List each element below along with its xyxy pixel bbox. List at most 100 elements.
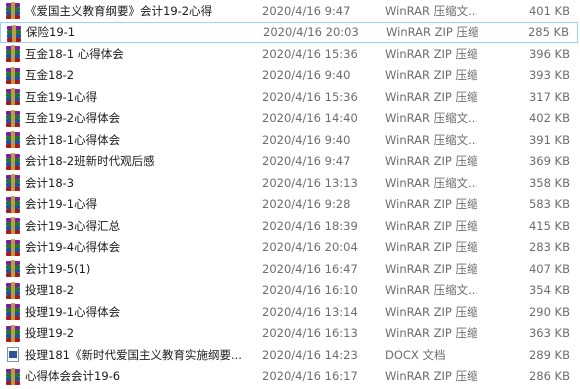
file-row[interactable]: 会计18-3 2020/4/16 13:13 WinRAR 压缩文... 358 KB <box>0 172 578 193</box>
file-size: 393 KB <box>528 68 570 82</box>
file-size: 354 KB <box>528 283 570 297</box>
file-row[interactable]: 互金19-2心得体会 2020/4/16 14:40 WinRAR 压缩文... 40… <box>0 108 578 129</box>
file-name: 投理19-1心得体会 <box>25 304 121 319</box>
file-modified-date: 2020/4/16 13:14 <box>262 304 358 319</box>
file-name: 会计18-2班新时代观后感 <box>25 154 155 168</box>
file-size: 285 KB <box>527 25 569 39</box>
winrar-archive-icon <box>6 24 22 42</box>
winrar-archive-icon <box>5 45 21 62</box>
winrar-archive-icon <box>5 66 21 84</box>
file-modified-date: 2020/4/16 13:13 <box>262 175 358 190</box>
file-name: 会计19-5(1) <box>25 261 91 276</box>
file-name: 会计19-1心得 <box>25 197 98 211</box>
file-row[interactable]: 投理19-2 2020/4/16 16:13 WinRAR ZIP 压缩... 363… <box>0 323 578 344</box>
file-name: 投理181《新时代爱国主义教育实施纲要... <box>25 347 242 362</box>
file-type: WinRAR ZIP 压缩... <box>385 46 477 61</box>
file-size: 286 KB <box>528 369 570 383</box>
file-type: WinRAR 压缩文... <box>385 175 477 190</box>
file-modified-date: 2020/4/16 14:23 <box>262 347 358 362</box>
winrar-archive-icon <box>5 324 21 342</box>
file-modified-date: 2020/4/16 9:47 <box>262 3 351 18</box>
file-type: WinRAR 压缩文... <box>385 132 477 147</box>
file-row[interactable]: 会计19-5(1) 2020/4/16 16:47 WinRAR ZIP 压缩...… <box>0 258 578 279</box>
winrar-archive-icon <box>5 174 21 191</box>
file-name: 会计19-3心得汇总 <box>25 218 121 233</box>
file-modified-date: 2020/4/16 9:47 <box>262 154 351 168</box>
file-modified-date: 2020/4/16 18:39 <box>262 218 358 233</box>
file-type: WinRAR ZIP 压缩... <box>385 369 477 383</box>
winrar-archive-icon <box>5 131 21 148</box>
file-modified-date: 2020/4/16 16:13 <box>262 326 358 340</box>
file-modified-date: 2020/4/16 20:04 <box>262 240 358 254</box>
file-list: 《爱国主义教育纲要》会计19-2心得 2020/4/16 9:47 WinRAR 压… <box>0 0 580 389</box>
file-name: 互金19-1心得 <box>25 89 98 104</box>
file-row[interactable]: 《爱国主义教育纲要》会计19-2心得 2020/4/16 9:47 WinRAR 压… <box>0 0 578 21</box>
winrar-archive-icon <box>5 367 21 385</box>
file-row[interactable]: 投理19-1心得体会 2020/4/16 13:14 WinRAR ZIP 压缩..… <box>0 301 578 322</box>
file-name: 《爱国主义教育纲要》会计19-2心得 <box>25 3 213 18</box>
file-modified-date: 2020/4/16 9:40 <box>262 68 351 82</box>
file-size: 317 KB <box>528 89 570 104</box>
winrar-archive-icon <box>5 260 21 277</box>
file-name: 投理18-2 <box>25 283 75 297</box>
file-row[interactable]: 投理181《新时代爱国主义教育实施纲要... 2020/4/16 14:23 DOC… <box>0 344 578 365</box>
file-row[interactable]: 会计19-4心得体会 2020/4/16 20:04 WinRAR ZIP 压缩..… <box>0 237 578 258</box>
file-row[interactable]: 会计18-2班新时代观后感 2020/4/16 9:47 WinRAR ZIP 压缩… <box>0 151 578 172</box>
file-type: WinRAR ZIP 压缩... <box>385 326 477 340</box>
docx-document-icon <box>5 346 21 363</box>
file-type: WinRAR ZIP 压缩... <box>385 154 477 168</box>
file-modified-date: 2020/4/16 20:03 <box>263 25 359 39</box>
file-modified-date: 2020/4/16 16:47 <box>262 261 358 276</box>
file-name: 会计18-1心得体会 <box>25 132 121 147</box>
file-type: WinRAR ZIP 压缩... <box>385 261 477 276</box>
file-row[interactable]: 互金18-1 心得体会 2020/4/16 15:36 WinRAR ZIP 压缩.… <box>0 43 578 64</box>
file-type: WinRAR ZIP 压缩... <box>385 218 477 233</box>
file-size: 289 KB <box>528 347 570 362</box>
file-size: 402 KB <box>528 111 570 125</box>
file-size: 283 KB <box>528 240 570 254</box>
file-type: WinRAR ZIP 压缩... <box>386 25 478 39</box>
file-row[interactable]: 心得体会会计19-6 2020/4/16 16:17 WinRAR ZIP 压缩..… <box>0 366 578 387</box>
file-row[interactable]: 互金18-2 2020/4/16 9:40 WinRAR ZIP 压缩... 393 … <box>0 65 578 86</box>
file-name: 会计18-3 <box>25 175 75 190</box>
winrar-archive-icon <box>5 109 21 127</box>
file-size: 391 KB <box>528 132 570 147</box>
winrar-archive-icon <box>5 152 21 170</box>
file-type: WinRAR 压缩文... <box>385 3 477 18</box>
winrar-archive-icon <box>5 195 21 213</box>
file-name: 互金19-2心得体会 <box>25 111 121 125</box>
winrar-archive-icon <box>5 303 21 320</box>
winrar-archive-icon <box>5 217 21 234</box>
file-type: WinRAR ZIP 压缩... <box>385 240 477 254</box>
file-size: 363 KB <box>528 326 570 340</box>
file-size: 358 KB <box>528 175 570 190</box>
file-row[interactable]: 会计18-1心得体会 2020/4/16 9:40 WinRAR 压缩文... 391… <box>0 129 578 150</box>
file-modified-date: 2020/4/16 16:10 <box>262 283 358 297</box>
file-type: WinRAR ZIP 压缩... <box>385 197 477 211</box>
winrar-archive-icon <box>5 238 21 256</box>
file-row[interactable]: 会计19-1心得 2020/4/16 9:28 WinRAR ZIP 压缩... 58… <box>0 194 578 215</box>
file-name: 投理19-2 <box>25 326 75 340</box>
file-type: WinRAR 压缩文... <box>385 111 477 125</box>
winrar-archive-icon <box>5 2 21 19</box>
file-type: WinRAR 压缩文... <box>385 283 477 297</box>
file-size: 401 KB <box>528 3 570 18</box>
file-size: 369 KB <box>528 154 570 168</box>
file-size: 290 KB <box>528 304 570 319</box>
winrar-archive-icon <box>5 88 21 105</box>
file-modified-date: 2020/4/16 16:17 <box>262 369 358 383</box>
file-row[interactable]: 互金19-1心得 2020/4/16 15:36 WinRAR ZIP 压缩... 3… <box>0 86 578 107</box>
file-type: WinRAR ZIP 压缩... <box>385 68 477 82</box>
file-row[interactable]: 保险19-1 2020/4/16 20:03 WinRAR ZIP 压缩... 285… <box>0 21 578 43</box>
file-size: 415 KB <box>528 218 570 233</box>
file-type: WinRAR ZIP 压缩... <box>385 304 477 319</box>
file-size: 396 KB <box>528 46 570 61</box>
file-name: 互金18-1 心得体会 <box>25 46 124 61</box>
file-name: 会计19-4心得体会 <box>25 240 121 254</box>
file-name: 互金18-2 <box>25 68 75 82</box>
file-modified-date: 2020/4/16 15:36 <box>262 89 358 104</box>
file-row[interactable]: 会计19-3心得汇总 2020/4/16 18:39 WinRAR ZIP 压缩..… <box>0 215 578 236</box>
file-type: WinRAR ZIP 压缩... <box>385 89 477 104</box>
file-modified-date: 2020/4/16 15:36 <box>262 46 358 61</box>
file-row[interactable]: 投理18-2 2020/4/16 16:10 WinRAR 压缩文... 354 KB <box>0 280 578 301</box>
